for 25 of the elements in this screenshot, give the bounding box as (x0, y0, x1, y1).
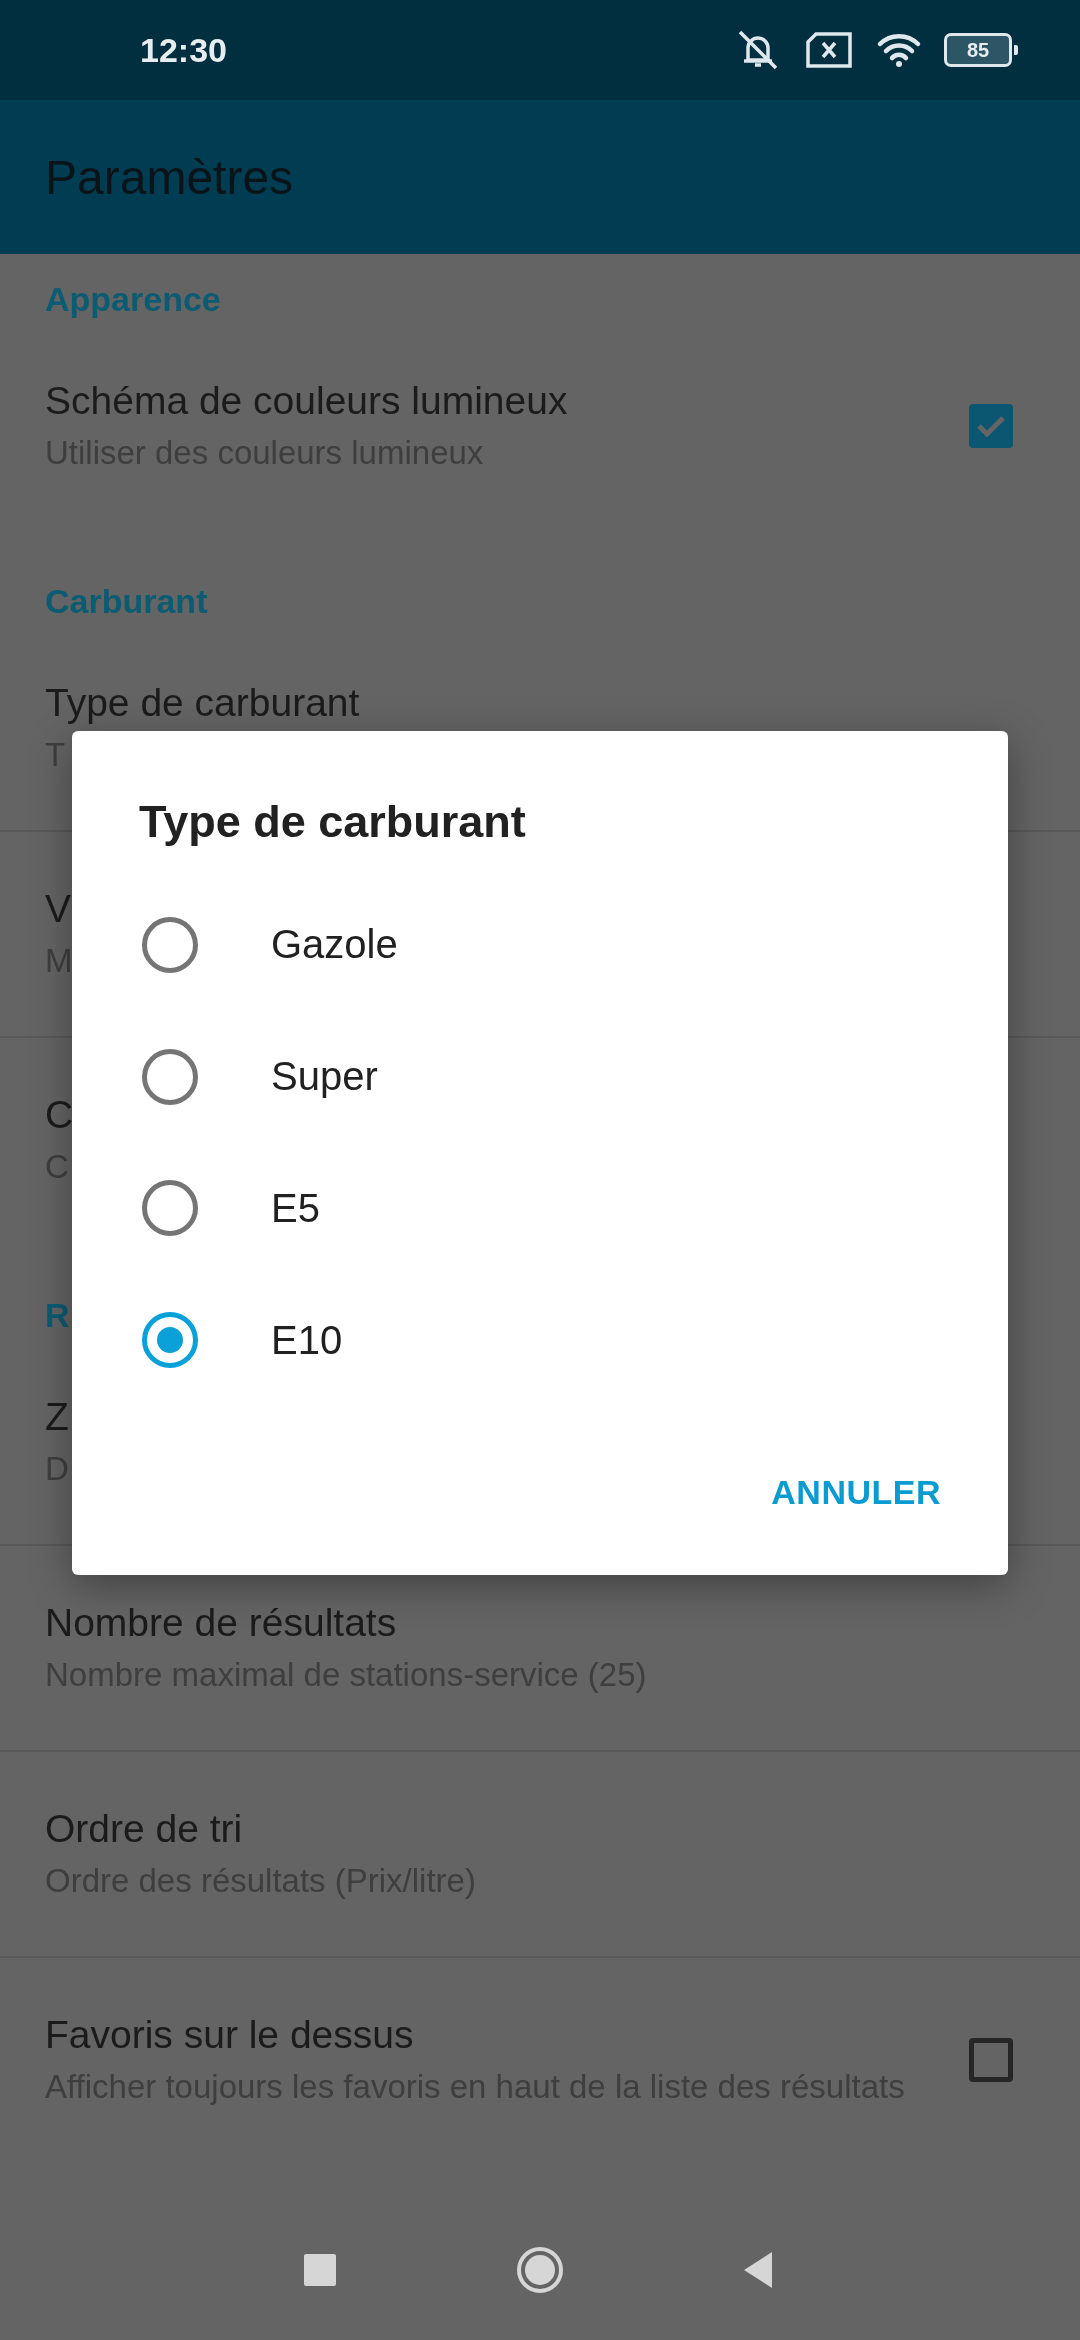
setting-title[interactable]: Ordre de tri (45, 1804, 243, 1854)
setting-title[interactable]: C (45, 1090, 74, 1140)
checkbox[interactable] (969, 404, 1013, 448)
checkbox[interactable] (969, 2038, 1013, 2082)
radio-option[interactable]: Super (72, 1010, 1008, 1143)
section-header: Apparence (44, 279, 222, 320)
radio-option[interactable]: Gazole (72, 879, 1008, 1011)
setting-title[interactable]: Nombre de résultats (45, 1598, 397, 1648)
setting-title[interactable]: Z (45, 1392, 69, 1442)
app-bar-title: Paramètres (45, 149, 294, 205)
sim-off-icon (804, 30, 854, 70)
radio-option[interactable]: E10 (72, 1274, 1008, 1406)
wifi-icon (876, 32, 922, 68)
setting-title[interactable]: Type de carburant (45, 678, 360, 728)
section-header: Carburant (44, 581, 209, 622)
status-time: 12:30 (140, 30, 227, 70)
check-icon (976, 414, 1006, 438)
setting-title[interactable]: V (45, 884, 71, 934)
cancel-button[interactable]: ANNULER (754, 1449, 958, 1535)
setting-title[interactable]: Schéma de couleurs lumineux (45, 376, 568, 426)
dialog-title: Type de carburant (138, 795, 527, 849)
battery-indicator: 85 (944, 32, 1018, 68)
setting-title[interactable]: Favoris sur le dessus (45, 2010, 414, 2060)
home-button[interactable] (515, 2245, 565, 2295)
radio-option[interactable]: E5 (72, 1142, 1008, 1275)
